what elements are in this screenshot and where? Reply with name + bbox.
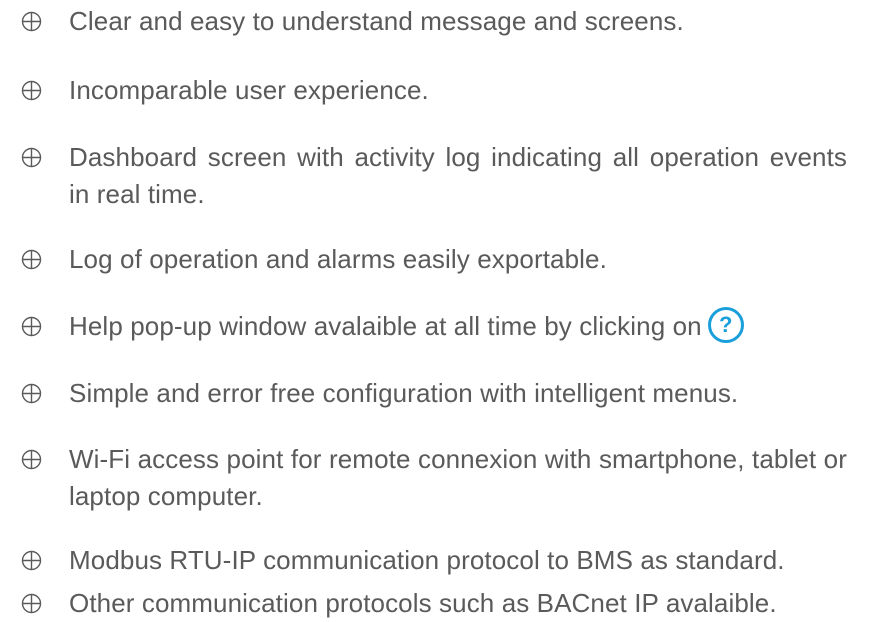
circled-plus-icon <box>21 449 42 470</box>
feature-text: Log of operation and alarms easily expor… <box>69 244 607 274</box>
feature-text: Modbus RTU-IP communication protocol to … <box>69 545 785 575</box>
feature-text: Wi-Fi access point for remote connexion … <box>69 444 847 511</box>
circled-plus-icon <box>21 147 42 168</box>
feature-text: Clear and easy to understand message and… <box>69 6 684 36</box>
circled-plus-icon <box>21 316 42 337</box>
feature-text: Help pop-up window avalaible at all time… <box>69 311 702 341</box>
circled-plus-icon <box>21 249 42 270</box>
help-question-icon[interactable]: ? <box>707 307 744 344</box>
circled-plus-icon <box>21 593 42 614</box>
circled-plus-icon <box>21 550 42 571</box>
circled-plus-icon <box>21 80 42 101</box>
feature-text: Other communication protocols such as BA… <box>69 588 777 618</box>
feature-text: Incomparable user experience. <box>69 75 429 105</box>
feature-text-with-icon: Help pop-up window avalaible at all time… <box>69 307 847 346</box>
circled-plus-icon <box>21 383 42 404</box>
feature-text: Simple and error free configuration with… <box>69 378 739 408</box>
circled-plus-icon <box>21 11 42 32</box>
feature-text: Dashboard screen with activity log indic… <box>69 142 847 209</box>
